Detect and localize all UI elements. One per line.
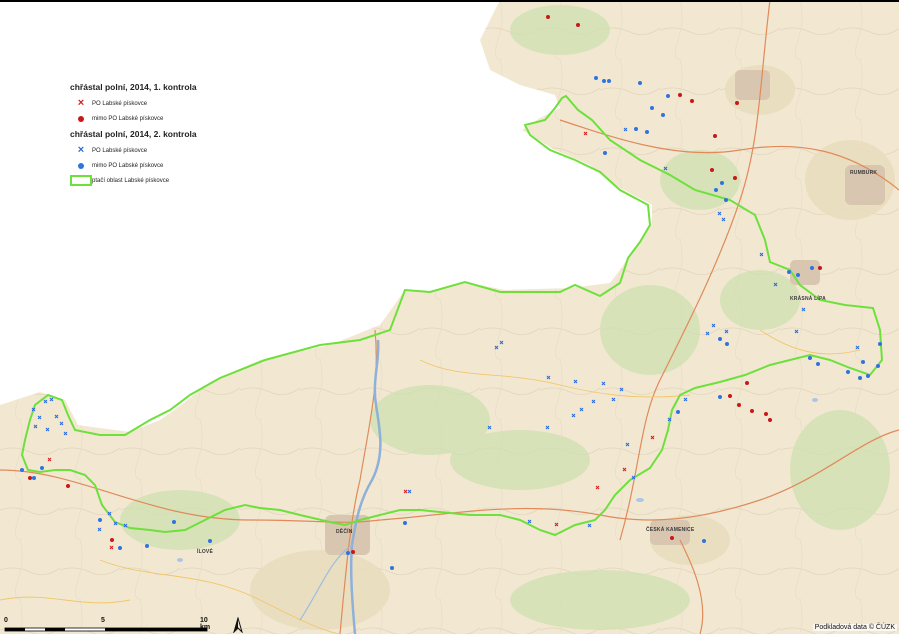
legend-label: PO Labské pískovce: [92, 147, 148, 154]
town-label-krasna-lipa: KRÁSNÁ LÍPA: [790, 296, 826, 302]
red-dot-icon: [70, 115, 92, 122]
map-view[interactable]: DĚČÍN ČESKÁ KAMENICE RUMBURK KRÁSNÁ LÍPA…: [0, 0, 899, 634]
red-cross-icon: ×: [77, 97, 85, 109]
map-legend: chřástal polní, 2014, 1. kontrola × PO L…: [70, 82, 197, 188]
top-border: [0, 0, 899, 2]
scale-label-5: 5: [101, 617, 105, 624]
scale-label-0: 0: [4, 617, 8, 624]
town-label-rumburk: RUMBURK: [850, 170, 878, 176]
legend-item-second-po: × PO Labské pískovce: [70, 143, 197, 158]
scale-bar-graphic: [4, 627, 208, 632]
north-arrow-icon: [233, 617, 243, 633]
blue-dot-icon: [70, 162, 92, 169]
town-label-ceska-kamenice: ČESKÁ KAMENICE: [646, 527, 695, 533]
legend-label: mimo PO Labské pískovce: [92, 115, 164, 122]
legend-label: ptačí oblast Labské pískovce: [92, 177, 170, 184]
town-label-ilove: ÍLOVÉ: [197, 549, 214, 555]
legend-label: PO Labské pískovce: [92, 100, 148, 107]
legend-item-boundary: ptačí oblast Labské pískovce: [70, 173, 197, 188]
blue-cross-icon: ×: [77, 144, 85, 156]
legend-group2-title: chřástal polní, 2014, 2. kontrola: [70, 129, 197, 139]
legend-group1-title: chřástal polní, 2014, 1. kontrola: [70, 82, 197, 92]
town-label-decin: DĚČÍN: [336, 529, 353, 535]
legend-item-second-mimo: mimo PO Labské pískovce: [70, 158, 197, 173]
legend-item-first-mimo: mimo PO Labské pískovce: [70, 111, 197, 126]
legend-label: mimo PO Labské pískovce: [92, 162, 164, 169]
green-box-icon: [70, 175, 92, 186]
legend-item-first-po: × PO Labské pískovce: [70, 96, 197, 111]
data-credit: Podkladová data © ČÚZK: [812, 624, 897, 631]
